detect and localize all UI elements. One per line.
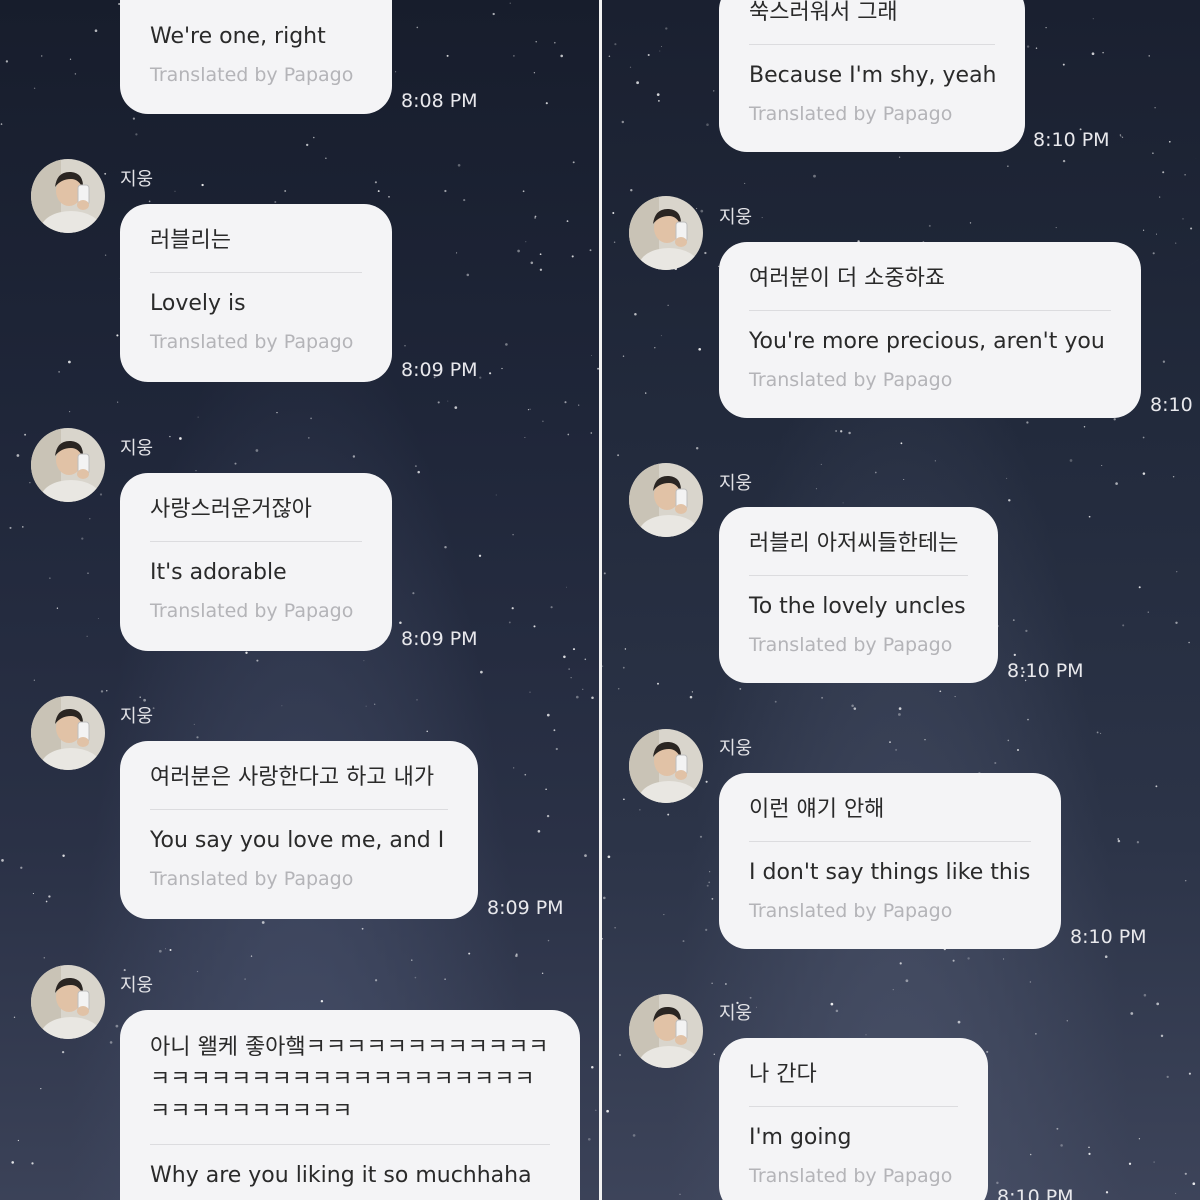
original-korean-text: 쑥스러워서 그래 [749,0,995,45]
message-timestamp: 8:10 PM [997,1186,1074,1200]
translated-text: To the lovely uncles [749,594,966,619]
translation-credit: Translated by Papago [150,64,354,86]
chat-screenshot-right: 쑥스러워서 그래 Because I'm shy, yeah Translate… [600,0,1200,1200]
original-korean-text: 사랑스러운거잖아 [150,473,362,542]
panel-divider [599,0,602,1200]
original-korean-text: 러블리 아저씨들한테는 [749,507,968,576]
translated-text: We're one, right [150,24,326,49]
translation-credit: Translated by Papago [150,600,354,622]
original-korean-text: 여러분이 더 소중하죠 [749,242,1111,311]
translation-credit: Translated by Papago [150,868,354,890]
translated-text: Why are you liking it so muchhaha [150,1163,532,1188]
message-bubble[interactable]: 사랑스러운거잖아 It's adorable Translated by Pap… [120,473,392,651]
translation-credit: Translated by Papago [150,331,354,353]
message-timestamp: 8:10 PM [1033,129,1110,151]
translated-text: Because I'm shy, yeah [749,63,997,88]
original-korean-text: 여러분은 사랑한다고 하고 내가 [150,741,448,810]
original-korean-text: 러블리는 [150,204,362,273]
message-timestamp: 8:09 PM [487,897,564,919]
avatar-icon[interactable] [31,696,105,770]
avatar-icon[interactable] [31,965,105,1039]
message-bubble[interactable]: 러블리 아저씨들한테는 To the lovely uncles Transla… [719,507,998,683]
sender-name: 지웅 [120,169,154,190]
original-korean-text: 이런 얘기 안해 [749,773,1031,842]
chat-screenshot-left: We're one, right Translated by Papago 8:… [0,0,600,1200]
sender-name: 지웅 [719,207,753,228]
translation-credit: Translated by Papago [749,634,953,656]
message-bubble[interactable]: 나 간다 I'm going Translated by Papago [719,1038,988,1200]
translated-text: You're more precious, aren't you [749,329,1105,354]
sender-name: 지웅 [120,706,154,727]
message-timestamp: 8:10 PM [1070,926,1147,948]
translated-text: It's adorable [150,560,287,585]
translation-credit: Translated by Papago [749,900,953,922]
message-bubble[interactable]: We're one, right Translated by Papago [120,0,392,114]
translation-credit: Translated by Papago [749,1165,953,1187]
message-bubble[interactable]: 여러분이 더 소중하죠 You're more precious, aren't… [719,242,1141,418]
message-timestamp: 8:10 [1150,394,1193,416]
translated-text: I don't say things like this [749,860,1031,885]
message-bubble[interactable]: 쑥스러워서 그래 Because I'm shy, yeah Translate… [719,0,1025,152]
avatar-icon[interactable] [629,729,703,803]
translated-text: Lovely is [150,291,246,316]
translation-credit: Translated by Papago [749,369,953,391]
message-timestamp: 8:09 PM [401,628,478,650]
message-bubble[interactable]: 이런 얘기 안해 I don't say things like this Tr… [719,773,1061,949]
avatar-icon[interactable] [31,428,105,502]
message-bubble[interactable]: 아니 왤케 좋아햌ㅋㅋㅋㅋㅋㅋㅋㅋㅋㅋㅋㅋㅋㅋㅋㅋㅋㅋㅋㅋㅋㅋㅋㅋㅋㅋㅋㅋㅋㅋㅋ… [120,1010,580,1200]
sender-name: 지웅 [719,738,753,759]
translated-text: You say you love me, and I [150,828,445,853]
translated-text: I'm going [749,1125,852,1150]
sender-name: 지웅 [719,1003,753,1024]
sender-name: 지웅 [719,473,753,494]
original-korean-text: 나 간다 [749,1038,958,1107]
message-timestamp: 8:09 PM [401,359,478,381]
sender-name: 지웅 [120,438,154,459]
avatar-icon[interactable] [629,196,703,270]
sender-name: 지웅 [120,975,154,996]
translation-credit: Translated by Papago [749,103,953,125]
message-timestamp: 8:08 PM [401,90,478,112]
avatar-icon[interactable] [31,159,105,233]
message-bubble[interactable]: 러블리는 Lovely is Translated by Papago [120,204,392,382]
avatar-icon[interactable] [629,463,703,537]
original-korean-text: 아니 왤케 좋아햌ㅋㅋㅋㅋㅋㅋㅋㅋㅋㅋㅋㅋㅋㅋㅋㅋㅋㅋㅋㅋㅋㅋㅋㅋㅋㅋㅋㅋㅋㅋㅋ… [150,1010,550,1145]
message-bubble[interactable]: 여러분은 사랑한다고 하고 내가 You say you love me, an… [120,741,478,919]
message-timestamp: 8:10 PM [1007,660,1084,682]
avatar-icon[interactable] [629,994,703,1068]
